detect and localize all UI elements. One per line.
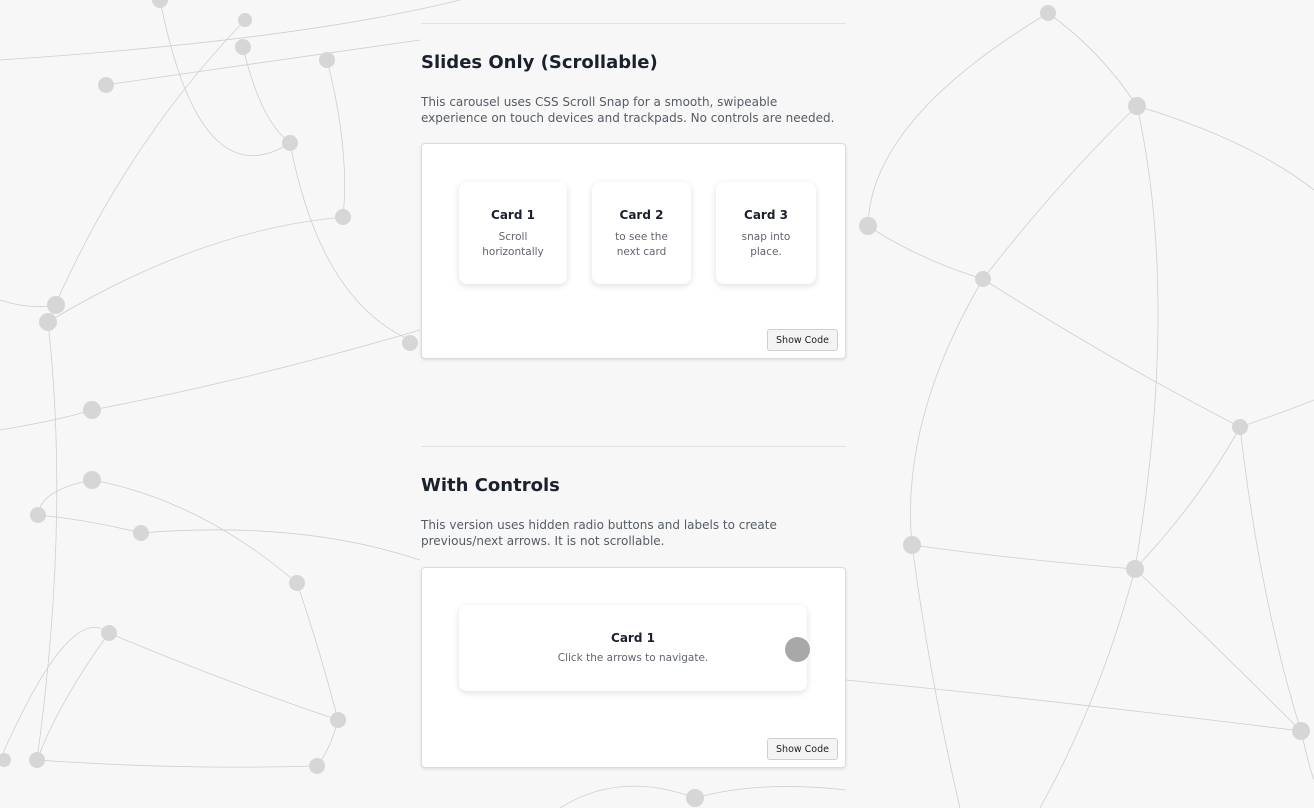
section-divider <box>421 23 846 24</box>
card-title: Card 3 <box>744 208 788 222</box>
card-title: Card 2 <box>619 208 664 222</box>
show-code-button[interactable]: Show Code <box>767 738 838 760</box>
card-text: Scroll horizontally <box>482 231 544 258</box>
carousel-card: Card 2 to see the next card <box>592 182 691 284</box>
card-title: Card 1 <box>491 208 535 222</box>
card-text: to see the next card <box>615 231 668 258</box>
section-description-controls: This version uses hidden radio buttons a… <box>421 518 777 548</box>
section-divider <box>421 446 846 447</box>
carousel-card: Card 1 Scroll horizontally <box>459 182 567 284</box>
carousel-card: Card 3 snap into place. <box>716 182 816 284</box>
next-arrow-button[interactable] <box>785 637 810 662</box>
controls-carousel-panel: Card 1 Click the arrows to navigate. Sho… <box>421 567 846 768</box>
section-title-scrollable: Slides Only (Scrollable) <box>421 52 658 73</box>
card-title: Card 1 <box>611 631 655 645</box>
scrollable-carousel-panel[interactable]: Card 1 Scroll horizontally Card 2 to see… <box>421 143 846 359</box>
section-description-scrollable: This carousel uses CSS Scroll Snap for a… <box>421 95 835 125</box>
section-title-controls: With Controls <box>421 475 560 496</box>
card-text: Click the arrows to navigate. <box>557 652 709 664</box>
carousel-card: Card 1 Click the arrows to navigate. <box>459 605 807 691</box>
show-code-button[interactable]: Show Code <box>767 329 838 351</box>
card-text: snap into place. <box>741 231 791 258</box>
